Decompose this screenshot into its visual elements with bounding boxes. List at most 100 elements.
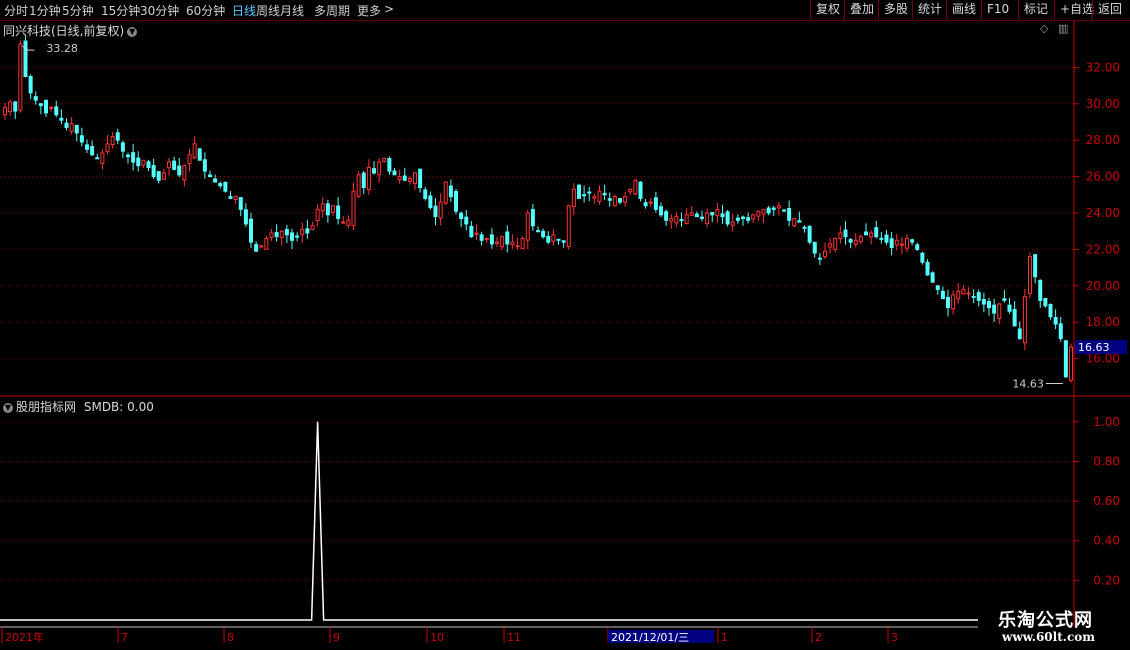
candle-body: [782, 209, 786, 212]
candle-body: [356, 174, 361, 197]
toolbar-button-2[interactable]: 多股: [878, 0, 912, 19]
period-tab-9[interactable]: 多周期: [314, 2, 350, 19]
candle-body: [443, 181, 448, 204]
candle-body: [382, 157, 387, 162]
more-arrow-icon[interactable]: >: [384, 2, 394, 16]
candle-body: [935, 285, 940, 290]
toolbar-button-6[interactable]: 标记: [1018, 0, 1054, 19]
candle-body: [259, 245, 264, 248]
candle-body: [987, 301, 991, 309]
indicator-tick-label: 0.20: [1093, 573, 1120, 587]
period-tab-0[interactable]: 分时: [4, 2, 28, 19]
candle-body: [587, 191, 592, 194]
candle-body: [500, 236, 505, 248]
candle-body: [44, 99, 48, 114]
period-tab-1[interactable]: 1分钟: [29, 2, 61, 19]
candle-body: [438, 201, 443, 219]
watermark-url: www.60lt.com: [1002, 630, 1095, 644]
period-tab-5[interactable]: 60分钟: [186, 2, 225, 19]
candle-body: [1058, 323, 1063, 340]
candle-body: [659, 206, 663, 216]
price-tick-label: 18.00: [1086, 315, 1120, 329]
period-tab-7[interactable]: 周线: [256, 2, 280, 19]
price-tick-label: 22.00: [1086, 242, 1120, 256]
candle-body: [474, 232, 479, 235]
candle-body: [648, 201, 653, 204]
candle-body: [879, 237, 884, 240]
indicator-tick-label: 0.60: [1093, 494, 1120, 508]
period-tab-6[interactable]: 日线: [232, 2, 256, 19]
candle-body: [110, 136, 115, 146]
toolbar-button-3[interactable]: 统计: [912, 0, 946, 19]
candle-body: [182, 165, 187, 181]
toolbar-button-4[interactable]: 画线: [946, 0, 981, 19]
candle-body: [797, 220, 802, 223]
candle-body: [254, 244, 259, 252]
price-tick-label: 28.00: [1086, 133, 1120, 147]
period-tab-3[interactable]: 15分钟: [101, 2, 140, 19]
candle-body: [423, 189, 428, 199]
candle-body: [459, 212, 464, 219]
candle-body: [817, 257, 822, 260]
toolbar-button-5[interactable]: F10: [981, 0, 1018, 19]
candle-body: [202, 159, 207, 172]
candle-body: [961, 288, 966, 295]
candle-body: [105, 143, 110, 152]
candle-body: [510, 241, 515, 245]
candle-body: [792, 217, 797, 227]
candle-body: [325, 203, 330, 216]
period-tab-10[interactable]: 更多: [357, 2, 381, 19]
candle-body: [3, 106, 7, 116]
candle-body: [346, 219, 351, 226]
candle-body: [402, 175, 407, 181]
candle-body: [766, 207, 771, 214]
selected-date-label: 2021/12/01/三: [611, 631, 689, 644]
candle-body: [705, 212, 710, 225]
candle-body: [197, 148, 202, 161]
candle-body: [341, 221, 346, 224]
candle-body: [418, 168, 423, 189]
chart-canvas[interactable]: 32.00 30.00 28.00 26.00 24.00 22.00 20.00 18.00…: [0, 21, 1130, 650]
candle-body: [320, 203, 325, 212]
candle-body: [479, 234, 484, 241]
candle-body: [566, 205, 571, 247]
candle-body: [300, 228, 305, 235]
candle-body: [54, 106, 59, 116]
candle-body: [433, 205, 438, 218]
period-tab-2[interactable]: 5分钟: [62, 2, 94, 19]
candle-body: [684, 214, 689, 225]
candle-body: [233, 196, 238, 200]
toolbar-button-7[interactable]: +自选: [1054, 0, 1094, 19]
period-tab-8[interactable]: 月线: [280, 2, 304, 19]
toolbar-button-0[interactable]: 复权: [810, 0, 844, 19]
candle-body: [669, 217, 674, 222]
candle-body: [156, 171, 161, 181]
candle-body: [74, 124, 79, 134]
candle-body: [218, 183, 223, 187]
candle-body: [131, 152, 136, 163]
candle-body: [126, 154, 130, 158]
candle-body: [1012, 308, 1017, 327]
candle-body: [971, 295, 976, 298]
toolbar-button-8[interactable]: 返回: [1092, 0, 1130, 19]
candle-body: [746, 217, 751, 221]
candle-body: [85, 144, 89, 150]
candle-body: [161, 172, 166, 180]
candle-body: [530, 209, 535, 227]
date-axis-label: 9: [333, 631, 340, 644]
watermark-title: 乐淘公式网: [998, 610, 1093, 631]
candle-body: [336, 205, 341, 219]
candle-body: [238, 197, 243, 210]
candle-body: [79, 135, 84, 143]
period-tab-4[interactable]: 30分钟: [140, 2, 179, 19]
candle-body: [561, 240, 566, 243]
candle-body: [1053, 317, 1058, 325]
candle-body: [976, 292, 981, 301]
candle-body: [520, 237, 525, 250]
smdb-indicator-line: [0, 421, 978, 621]
candle-body: [597, 190, 602, 202]
candle-body: [756, 210, 761, 217]
toolbar-button-1[interactable]: 叠加: [844, 0, 878, 19]
candle-body: [90, 145, 95, 156]
candle-body: [115, 132, 120, 141]
